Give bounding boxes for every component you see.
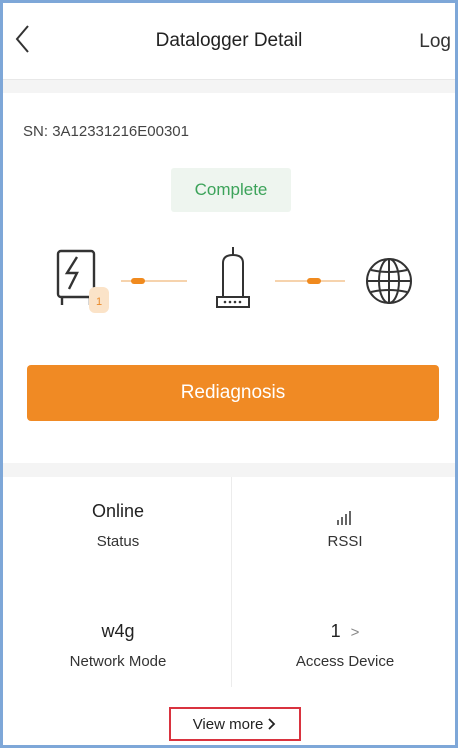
inverter-count-badge: 1 [96, 296, 102, 308]
rssi-label: RSSI [327, 533, 363, 550]
log-link[interactable]: Log [419, 31, 451, 53]
signal-pulse-right [307, 278, 321, 284]
status-label: Status [96, 533, 140, 550]
chevron-right-icon: > [350, 624, 360, 641]
serial-number: SN: 3A12331216E00301 [23, 123, 189, 140]
chevron-right-icon [268, 718, 276, 730]
network-mode-label: Network Mode [69, 653, 167, 670]
rssi-cell: RSSI [232, 501, 455, 550]
signal-pulse-left [131, 278, 145, 284]
status-cell: Online Status [5, 501, 231, 550]
access-device-label: Access Device [295, 653, 395, 670]
status-badge: Complete [171, 168, 291, 212]
access-device-value: 1 > [232, 621, 455, 642]
network-mode-value: w4g [101, 621, 135, 641]
rssi-value [232, 501, 455, 525]
page-title: Datalogger Detail [155, 30, 303, 51]
connection-diagram: 1 [3, 241, 455, 321]
status-value: Online [91, 501, 145, 521]
inverter-icon: 1 [56, 249, 109, 313]
access-device-cell[interactable]: 1 > Access Device [232, 621, 455, 670]
view-more-button[interactable]: View more [169, 707, 301, 741]
globe-icon [366, 258, 412, 304]
datalogger-icon [216, 247, 250, 308]
sn-label: SN: [23, 123, 49, 140]
info-card: Online Status RSSI w4g Network Mode 1 > A… [3, 477, 455, 745]
device-card: SN: 3A12331216E00301 Complete 1 Rediagno… [3, 93, 455, 463]
sn-value: 3A12331216E00301 [52, 123, 189, 140]
nav-bar: Datalogger Detail Log [3, 3, 455, 80]
signal-strength-icon [337, 504, 353, 525]
rediagnosis-button[interactable]: Rediagnosis [27, 365, 439, 421]
access-device-count: 1 [330, 621, 341, 641]
view-more-label: View more [192, 715, 264, 733]
network-mode-cell: w4g Network Mode [5, 621, 231, 670]
app-screen: Datalogger Detail Log SN: 3A12331216E003… [0, 0, 458, 748]
